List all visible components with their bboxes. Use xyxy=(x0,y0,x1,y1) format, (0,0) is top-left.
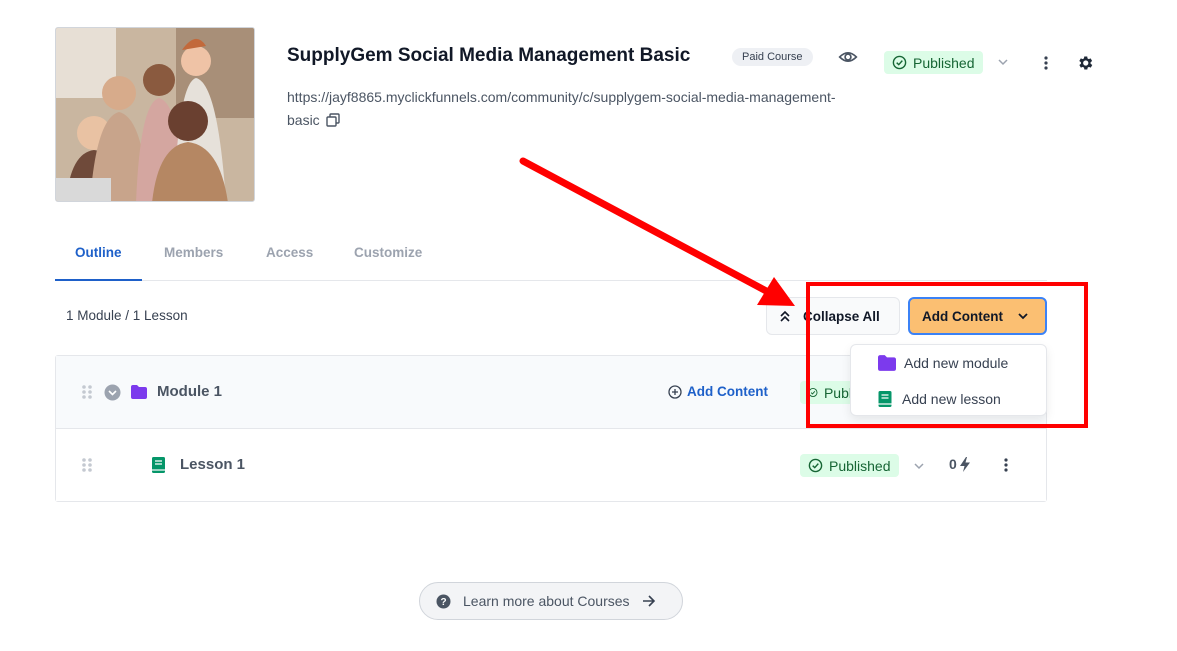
book-icon xyxy=(152,457,165,473)
lesson-count-value: 0 xyxy=(949,456,957,472)
tab-customize[interactable]: Customize xyxy=(334,238,442,281)
course-status-badge[interactable]: Published xyxy=(884,51,983,74)
chevron-down-icon[interactable] xyxy=(996,55,1010,69)
double-chevron-up-icon xyxy=(780,310,790,322)
more-options-icon[interactable] xyxy=(998,456,1014,474)
paid-course-badge: Paid Course xyxy=(732,48,813,66)
chevron-down-icon[interactable] xyxy=(912,459,926,473)
lesson-automation-count[interactable]: 0 xyxy=(949,456,971,472)
gear-icon[interactable] xyxy=(1076,54,1094,72)
lesson-title[interactable]: Lesson 1 xyxy=(180,456,245,473)
module-title[interactable]: Module 1 xyxy=(157,383,222,400)
check-circle-icon xyxy=(808,458,823,473)
check-circle-icon xyxy=(892,55,907,70)
course-thumbnail[interactable] xyxy=(55,27,255,202)
svg-text:?: ? xyxy=(440,597,446,608)
module-add-content-label: Add Content xyxy=(687,384,768,399)
module-add-content-button[interactable]: Add Content xyxy=(668,384,768,399)
tab-members[interactable]: Members xyxy=(144,238,243,281)
question-circle-icon: ? xyxy=(436,594,451,608)
annotation-highlight-box xyxy=(806,282,1088,428)
more-options-icon[interactable] xyxy=(1038,54,1054,72)
lesson-status-label: Published xyxy=(829,457,891,474)
drag-handle-icon[interactable] xyxy=(81,384,93,400)
copy-icon[interactable] xyxy=(325,113,340,127)
course-tabs: Outline Members Access Customize xyxy=(55,238,1047,281)
tab-outline[interactable]: Outline xyxy=(55,238,142,281)
expand-toggle-icon[interactable] xyxy=(104,384,121,401)
course-status-label: Published xyxy=(913,54,975,71)
lesson-row[interactable]: Lesson 1 Published 0 xyxy=(56,429,1046,501)
plus-circle-icon xyxy=(668,384,682,399)
eye-icon[interactable] xyxy=(838,48,858,66)
lightning-icon xyxy=(959,456,970,472)
folder-icon xyxy=(131,385,147,399)
course-url: https://jayf8865.myclickfunnels.com/comm… xyxy=(287,86,847,132)
tab-access[interactable]: Access xyxy=(246,238,333,281)
learn-more-label: Learn more about Courses xyxy=(463,593,630,609)
lesson-status-badge[interactable]: Published xyxy=(800,454,899,477)
arrow-right-icon xyxy=(642,595,655,607)
content-summary: 1 Module / 1 Lesson xyxy=(66,308,188,323)
course-title: SupplyGem Social Media Management Basic xyxy=(287,45,691,66)
drag-handle-icon[interactable] xyxy=(81,457,93,473)
course-url-text: https://jayf8865.myclickfunnels.com/comm… xyxy=(287,89,836,128)
learn-more-button[interactable]: ? Learn more about Courses xyxy=(419,582,683,620)
